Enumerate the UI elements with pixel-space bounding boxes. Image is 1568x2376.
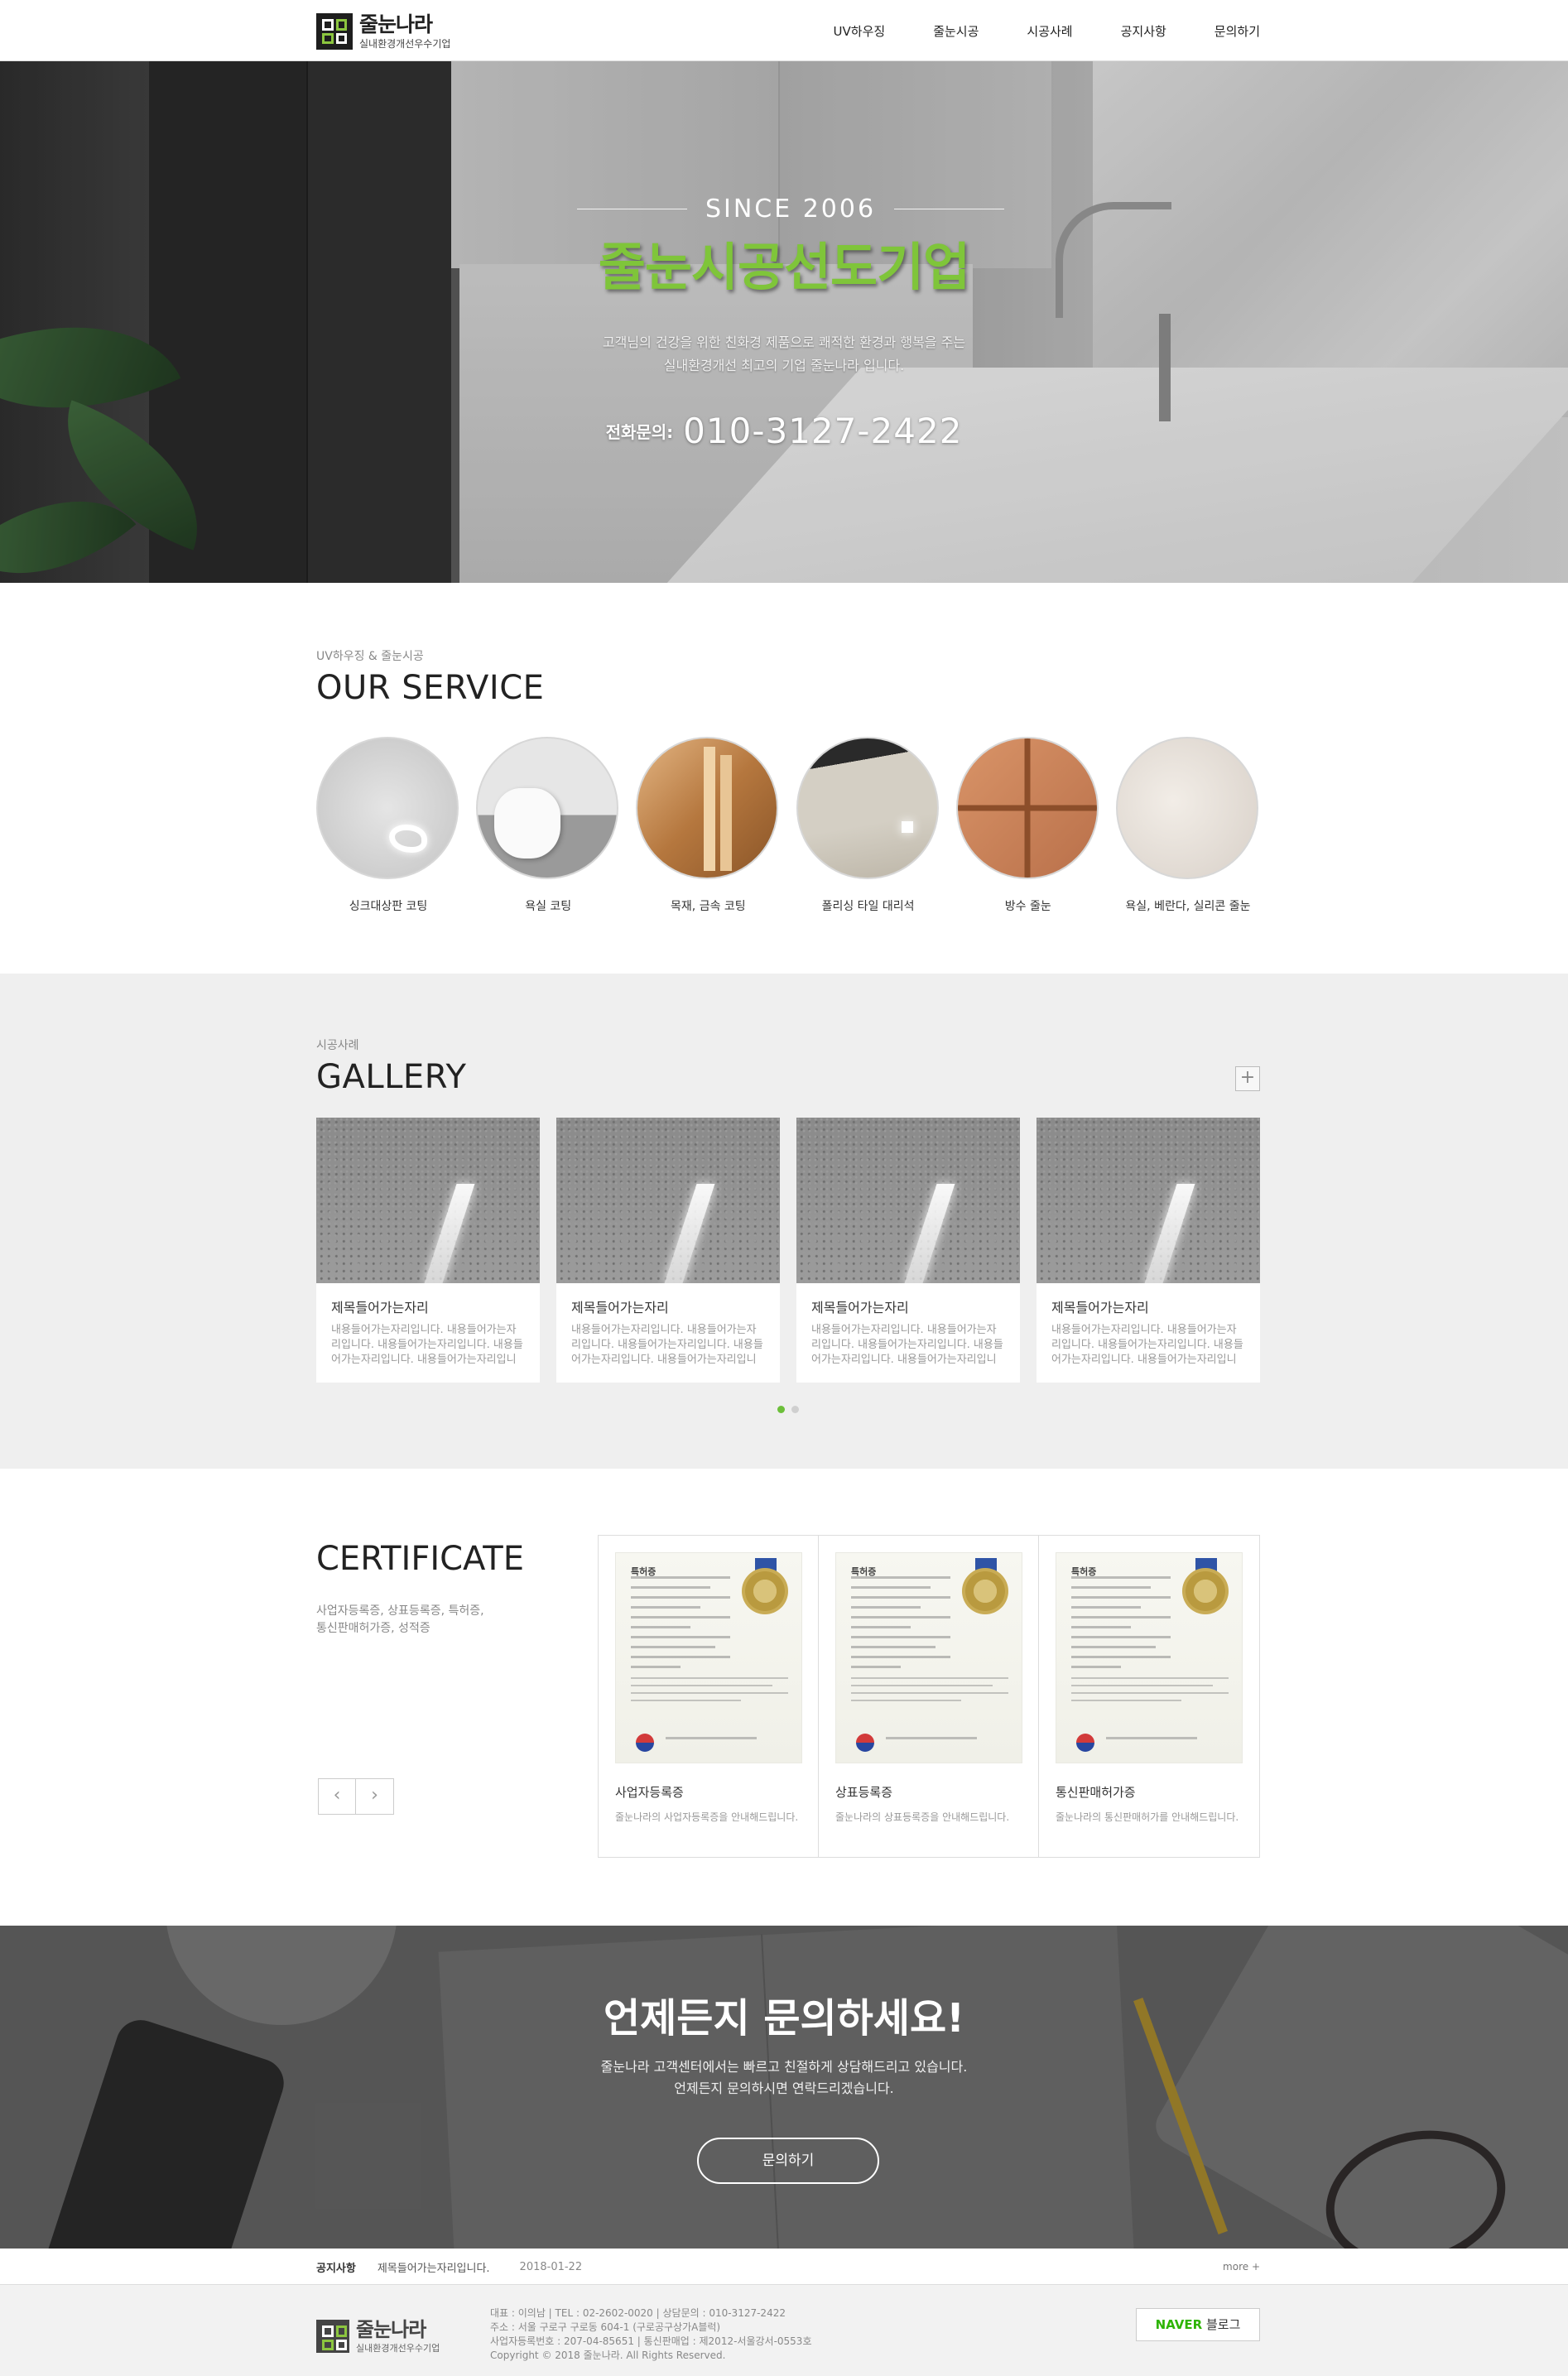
logo-mark-icon xyxy=(316,13,353,50)
brand-logo[interactable]: 줄눈나라 실내환경개선우수기업 xyxy=(316,13,450,50)
pagination-dot[interactable] xyxy=(791,1406,799,1413)
service-title: OUR SERVICE xyxy=(316,669,545,707)
gallery-card-image xyxy=(556,1118,780,1283)
certificate-list: 특허증 사업자등록증 줄눈나라의 사업자등록증을 안내해드립니다. 특허증 상표… xyxy=(598,1535,1260,1858)
hero-phone: 전화문의: 010-3127-2422 xyxy=(0,411,1568,451)
hero-since: SINCE 2006 xyxy=(577,192,1004,225)
brand-tagline: 실내환경개선우수기업 xyxy=(359,38,451,50)
service-item[interactable]: 욕실, 베란다, 실리콘 줄눈 xyxy=(1115,737,1260,914)
footer-logo: 줄눈나라 실내환경개선우수기업 xyxy=(316,2320,440,2353)
wood-metal-coating-image xyxy=(636,737,779,879)
hero-phone-number[interactable]: 010-3127-2422 xyxy=(683,411,962,451)
bathroom-coating-image xyxy=(476,737,619,879)
gallery-title: GALLERY xyxy=(316,1058,467,1096)
main-nav: UV하우징 줄눈시공 시공사례 공지사항 문의하기 xyxy=(834,0,1260,61)
certificate-text: 줄눈나라의 사업자등록증을 안내해드립니다. xyxy=(615,1811,799,1823)
service-item[interactable]: 욕실 코팅 xyxy=(476,737,620,914)
certificate-text: 줄눈나라의 통신판매허가를 안내해드립니다. xyxy=(1056,1811,1239,1823)
polishing-tile-image xyxy=(796,737,939,879)
nav-inquiry[interactable]: 문의하기 xyxy=(1214,22,1260,40)
nav-uv-housing[interactable]: UV하우징 xyxy=(834,22,886,40)
gallery-card-text: 내용들어가는자리입니다. 내용들어가는자리입니다. 내용들어가는자리입니다. 내… xyxy=(1051,1324,1243,1366)
prev-arrow-icon[interactable]: ‹ xyxy=(318,1778,356,1815)
brand-name: 줄눈나라 xyxy=(359,12,433,36)
certificate-card[interactable]: 특허증 상표등록증 줄눈나라의 상표등록증을 안내해드립니다. xyxy=(819,1536,1039,1857)
certificate-card[interactable]: 특허증 통신판매허가증 줄눈나라의 통신판매허가를 안내해드립니다. xyxy=(1039,1536,1259,1857)
hero-title: 줄눈시공선도기업 xyxy=(598,237,970,297)
gallery-card-text: 내용들어가는자리입니다. 내용들어가는자리입니다. 내용들어가는자리입니다. 내… xyxy=(811,1324,1003,1366)
gallery-card-title: 제목들어가는자리 xyxy=(811,1300,909,1315)
gallery-card-image xyxy=(796,1118,1020,1283)
gallery-card-title: 제목들어가는자리 xyxy=(571,1300,669,1315)
contact-description: 줄눈나라 고객센터에서는 빠르고 친절하게 상담해드리고 있습니다. 언제든지 … xyxy=(600,2059,968,2096)
service-item[interactable]: 싱크대상판 코팅 xyxy=(316,737,460,914)
gallery-card-text: 내용들어가는자리입니다. 내용들어가는자리입니다. 내용들어가는자리입니다. 내… xyxy=(571,1324,763,1366)
site-header: 줄눈나라 실내환경개선우수기업 UV하우징 줄눈시공 시공사례 공지사항 문의하… xyxy=(0,0,1568,61)
gallery-list: 제목들어가는자리 내용들어가는자리입니다. 내용들어가는자리입니다. 내용들어가… xyxy=(316,1118,1260,1383)
gallery-card-title: 제목들어가는자리 xyxy=(1051,1300,1149,1315)
gallery-card[interactable]: 제목들어가는자리 내용들어가는자리입니다. 내용들어가는자리입니다. 내용들어가… xyxy=(796,1118,1020,1383)
notice-bar: 공지사항 제목들어가는자리입니다. 2018-01-22 more + xyxy=(0,2249,1568,2285)
next-arrow-icon[interactable]: › xyxy=(356,1778,394,1815)
gallery-section: 시공사례 GALLERY + 제목들어가는자리 내용들어가는자리입니다. 내용들… xyxy=(316,1036,1260,1413)
certificate-arrows: ‹ › xyxy=(318,1778,394,1815)
certificate-name: 통신판매허가증 xyxy=(1056,1785,1136,1800)
service-item[interactable]: 목재, 금속 코팅 xyxy=(636,737,780,914)
certificate-document-image: 특허증 xyxy=(1056,1552,1243,1763)
service-subtitle: UV하우징 & 줄눈시공 xyxy=(316,650,424,663)
notice-more-link[interactable]: more + xyxy=(1223,2261,1260,2273)
site-footer: 줄눈나라 실내환경개선우수기업 대표 : 이의남 | TEL : 02-2602… xyxy=(0,2285,1568,2376)
naver-blog-button[interactable]: NAVER 블로그 xyxy=(1136,2308,1260,2341)
service-section: UV하우징 & 줄눈시공 OUR SERVICE 싱크대상판 코팅 욕실 코팅 … xyxy=(316,647,1260,913)
service-list: 싱크대상판 코팅 욕실 코팅 목재, 금속 코팅 폴리싱 타일 대리석 방수 줄… xyxy=(316,737,1260,914)
nav-grout-work[interactable]: 줄눈시공 xyxy=(933,22,979,40)
gallery-card-image xyxy=(316,1118,540,1283)
hero-banner: SINCE 2006 줄눈시공선도기업 고객님의 건강을 위한 친화경 제품으로… xyxy=(0,61,1568,583)
nav-notice[interactable]: 공지사항 xyxy=(1121,22,1166,40)
notice-date: 2018-01-22 xyxy=(519,2260,583,2273)
certificate-document-image: 특허증 xyxy=(835,1552,1022,1763)
gallery-card[interactable]: 제목들어가는자리 내용들어가는자리입니다. 내용들어가는자리입니다. 내용들어가… xyxy=(556,1118,780,1383)
gallery-card-title: 제목들어가는자리 xyxy=(331,1300,429,1315)
gallery-card[interactable]: 제목들어가는자리 내용들어가는자리입니다. 내용들어가는자리입니다. 내용들어가… xyxy=(316,1118,540,1383)
service-item[interactable]: 폴리싱 타일 대리석 xyxy=(796,737,940,914)
contact-banner: 언제든지 문의하세요! 줄눈나라 고객센터에서는 빠르고 친절하게 상담해드리고… xyxy=(0,1926,1568,2249)
gallery-card-image xyxy=(1037,1118,1260,1283)
sink-coating-image xyxy=(316,737,459,879)
nav-portfolio[interactable]: 시공사례 xyxy=(1027,22,1072,40)
silicone-grout-image xyxy=(1115,737,1258,879)
hero-description: 고객님의 건강을 위한 친화경 제품으로 쾌적한 환경과 행복을 주는 실내환경… xyxy=(602,334,966,373)
contact-title: 언제든지 문의하세요! xyxy=(603,1995,965,2042)
certificate-title: CERTIFICATE xyxy=(316,1540,525,1578)
notice-label: 공지사항 xyxy=(316,2262,356,2275)
inquiry-button[interactable]: 문의하기 xyxy=(697,2138,879,2184)
notice-item-link[interactable]: 제목들어가는자리입니다. xyxy=(378,2259,490,2275)
naver-logo: NAVER xyxy=(1155,2317,1203,2332)
waterproof-grout-image xyxy=(955,737,1099,879)
pagination-dot-active[interactable] xyxy=(777,1406,785,1413)
gallery-more-button[interactable]: + xyxy=(1235,1066,1260,1091)
certificate-name: 사업자등록증 xyxy=(615,1785,684,1800)
certificate-text: 줄눈나라의 상표등록증을 안내해드립니다. xyxy=(835,1811,1010,1823)
certificate-name: 상표등록증 xyxy=(835,1785,893,1800)
gallery-card-text: 내용들어가는자리입니다. 내용들어가는자리입니다. 내용들어가는자리입니다. 내… xyxy=(331,1324,523,1366)
certificate-description: 사업자등록증, 상표등록증, 특허증, 통신판매허가증, 성적증 xyxy=(316,1604,484,1635)
certificate-card[interactable]: 특허증 사업자등록증 줄눈나라의 사업자등록증을 안내해드립니다. xyxy=(599,1536,819,1857)
gallery-subtitle: 시공사례 xyxy=(316,1039,359,1052)
footer-logo-mark-icon xyxy=(316,2320,349,2353)
hero-phone-label: 전화문의: xyxy=(605,422,674,442)
service-item[interactable]: 방수 줄눈 xyxy=(955,737,1100,914)
gallery-pagination xyxy=(316,1406,1260,1413)
footer-company-info: 대표 : 이의남 | TEL : 02-2602-0020 | 상담문의 : 0… xyxy=(490,2307,812,2361)
gallery-card[interactable]: 제목들어가는자리 내용들어가는자리입니다. 내용들어가는자리입니다. 내용들어가… xyxy=(1037,1118,1260,1383)
certificate-document-image: 특허증 xyxy=(615,1552,802,1763)
